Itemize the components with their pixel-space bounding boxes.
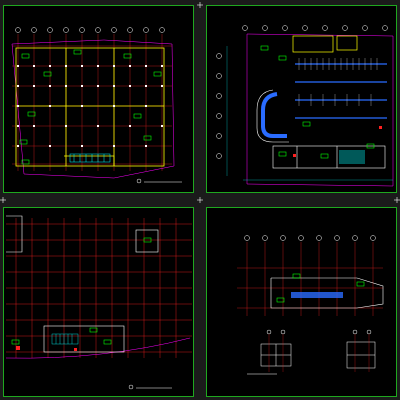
walls [292,35,358,53]
crop-mark-left [0,197,6,203]
walls [15,47,165,167]
ramp [261,92,287,138]
crop-mark-right [394,197,400,203]
axis-bubbles-top [15,27,165,33]
slab-outline [6,215,159,353]
annotation-tags [11,237,152,345]
site-boundary [246,33,394,187]
axis-bubbles-top [242,25,388,31]
fire-elements [293,126,382,157]
annotation-tags [260,45,375,159]
grid-lines [6,218,192,358]
parking-rows [295,63,387,119]
sheet-floor-plan-2[interactable] [3,207,194,397]
crop-mark-center [197,197,203,203]
detail-plan-left [260,343,292,367]
floor-plan-1-drawing [11,27,182,184]
sheet-parking-plan[interactable] [206,5,397,193]
annotation-tags [19,49,162,165]
detail-axis-bubbles [266,329,372,335]
title-marker [136,178,142,184]
axis-bubbles-left [216,53,222,159]
site-boundary [5,337,191,359]
partial-plans-drawing [237,235,384,375]
floor-plan-2-drawing [5,215,192,390]
parking-plan-drawing [216,25,394,187]
title-marker [128,384,134,390]
hatched-zone [339,150,365,164]
ramp [291,292,343,298]
detail-grid [268,334,370,372]
bottom-building [272,145,386,169]
cores [51,333,79,345]
grid-lines [12,34,172,171]
site-boundary [11,39,175,179]
sheet-floor-plan-1[interactable] [3,5,194,193]
dimension-lines [226,46,393,181]
cores [69,153,111,163]
detail-plan-right [346,341,376,369]
crop-mark-top [197,2,203,8]
axis-bubbles-top [244,235,376,241]
fire-elements [16,346,77,351]
sheet-partial-plans[interactable] [206,207,397,397]
